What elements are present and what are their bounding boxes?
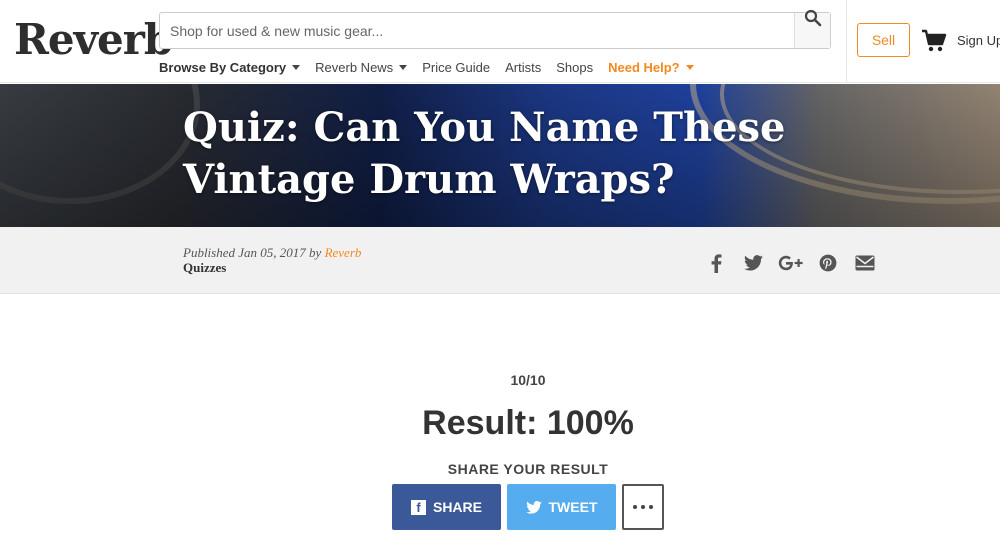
search-bar xyxy=(159,9,831,49)
hero-banner: Quiz: Can You Name These Vintage Drum Wr… xyxy=(0,84,1000,227)
published-info: Published Jan 05, 2017 by Reverb xyxy=(183,245,361,261)
published-prefix: Published xyxy=(183,245,235,260)
nav-label: Price Guide xyxy=(422,59,491,75)
nav-browse-by-category[interactable]: Browse By Category xyxy=(159,59,301,75)
facebook-icon[interactable] xyxy=(698,252,735,274)
cart-icon[interactable] xyxy=(921,29,947,58)
more-dots-icon xyxy=(641,505,645,509)
published-date: Jan 05, 2017 xyxy=(238,245,306,260)
more-dots-icon xyxy=(633,505,637,509)
nav-price-guide[interactable]: Price Guide xyxy=(422,60,490,75)
nav-label: Reverb News xyxy=(315,59,394,75)
search-button[interactable] xyxy=(794,9,830,48)
chevron-down-icon xyxy=(685,64,694,70)
nav-label: Need Help? xyxy=(608,59,680,75)
nav-label: Artists xyxy=(505,59,542,75)
google-plus-icon[interactable] xyxy=(772,252,809,274)
nav-need-help[interactable]: Need Help? xyxy=(608,60,694,75)
category-link[interactable]: Quizzes xyxy=(183,260,226,276)
search-input[interactable] xyxy=(160,13,794,48)
twitter-icon[interactable] xyxy=(735,252,772,274)
social-share-icons xyxy=(698,252,883,274)
twitter-tweet-button[interactable]: TWEET xyxy=(507,484,616,530)
chevron-down-icon xyxy=(399,64,408,70)
search-icon xyxy=(804,9,822,27)
nav-reverb-news[interactable]: Reverb News xyxy=(315,59,408,75)
chevron-down-icon xyxy=(292,64,301,70)
quiz-score: 10/10 xyxy=(510,372,546,388)
sell-button[interactable]: Sell xyxy=(857,23,910,57)
tweet-button-label: TWEET xyxy=(548,499,598,515)
quiz-result-heading: Result: 100% xyxy=(422,404,634,442)
nav-label: Shops xyxy=(556,59,594,75)
sign-up-link[interactable]: Sign Up xyxy=(957,33,1000,48)
facebook-share-button[interactable]: f SHARE xyxy=(392,484,501,530)
main-nav: Browse By Category Reverb News Price Gui… xyxy=(159,58,709,76)
article-meta-bar: Published Jan 05, 2017 by Reverb Quizzes xyxy=(0,227,1000,294)
by-label: by xyxy=(309,245,322,260)
share-result-label: SHARE YOUR RESULT xyxy=(447,461,609,477)
header-divider xyxy=(846,0,847,83)
twitter-icon xyxy=(525,500,542,514)
nav-shops[interactable]: Shops xyxy=(556,60,593,75)
nav-label: Browse By Category xyxy=(159,59,287,75)
email-icon[interactable] xyxy=(846,252,883,274)
more-dots-icon xyxy=(649,505,653,509)
more-share-options-button[interactable] xyxy=(622,484,664,530)
page-title: Quiz: Can You Name These Vintage Drum Wr… xyxy=(183,104,786,203)
share-button-label: SHARE xyxy=(432,499,482,515)
reverb-logo[interactable]: Reverb xyxy=(14,14,173,66)
nav-artists[interactable]: Artists xyxy=(505,60,541,75)
site-header: Reverb Browse By Category Reverb News Pr… xyxy=(0,0,1000,83)
author-link[interactable]: Reverb xyxy=(325,245,362,260)
facebook-icon: f xyxy=(410,499,426,515)
pinterest-icon[interactable] xyxy=(809,252,846,274)
